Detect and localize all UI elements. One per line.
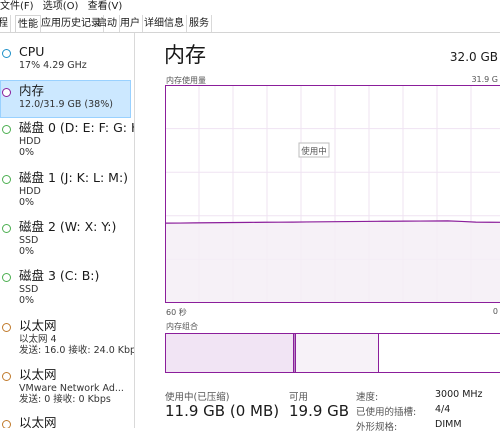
in-use-tooltip-text: 使用中 — [301, 146, 327, 157]
sidebar-item-usage: 0% — [19, 197, 34, 208]
disk-indicator-icon — [2, 175, 11, 184]
sidebar-item-label: 磁盘 1 (J: K: L: M:) — [19, 170, 128, 185]
sidebar-item-usage: 0% — [19, 295, 34, 306]
composition-segment[interactable] — [379, 334, 500, 372]
memory-composition-bar — [165, 333, 500, 373]
sidebar-item-usage: 0% — [19, 246, 34, 257]
sidebar-item-disk-0[interactable]: 磁盘 0 (D: E: F: G: H: I HDD 0% — [0, 120, 131, 162]
cpu-indicator-icon — [2, 49, 11, 58]
composition-segment[interactable] — [166, 334, 294, 372]
sidebar-item-disk-3[interactable]: 磁盘 3 (C: B:) SSD 0% — [0, 268, 131, 310]
sidebar-item-disk-1[interactable]: 磁盘 1 (J: K: L: M:) HDD 0% — [0, 170, 131, 212]
composition-label: 内存组合 — [166, 321, 198, 332]
sidebar-item-ethernet-4[interactable]: 以太网 以太网 4 发送: 16.0 接收: 24.0 Kbps — [0, 318, 131, 360]
tab-processes[interactable]: 进程 — [0, 15, 11, 32]
available-value: 19.9 GB — [289, 402, 349, 420]
tab-bar: 进程 性能 应用历史记录 启动 用户 详细信息 服务 — [0, 15, 500, 33]
network-indicator-icon — [2, 323, 11, 332]
sidebar-item-sub: 17% 4.29 GHz — [19, 60, 87, 71]
available-label: 可用 — [289, 389, 308, 403]
disk-indicator-icon — [2, 224, 11, 233]
in-use-label: 使用中(已压缩) — [165, 389, 229, 403]
sidebar-item-label: 以太网 — [19, 367, 57, 382]
sidebar-item-sub: 以太网 4 — [19, 334, 57, 345]
sidebar-item-sub: VMware Network Ad... — [19, 383, 124, 394]
menu-options[interactable]: 选项(O) — [43, 1, 79, 12]
disk-indicator-icon — [2, 273, 11, 282]
sidebar-item-sub: HDD — [19, 136, 41, 147]
sidebar-item-sub: SSD — [19, 235, 38, 246]
slots-used-label: 已使用的插槽: — [356, 404, 416, 418]
sidebar-item-label: 内存 — [19, 83, 44, 98]
memory-total: 32.0 GB — [450, 50, 498, 64]
disk-indicator-icon — [2, 125, 11, 134]
composition-segment[interactable] — [296, 334, 379, 372]
network-indicator-icon — [2, 420, 11, 428]
sidebar-item-memory[interactable]: 内存 12.0/31.9 GB (38%) — [0, 80, 131, 118]
in-use-tooltip: 使用中 — [299, 143, 329, 157]
sidebar-item-label: 磁盘 0 (D: E: F: G: H: I — [19, 120, 135, 135]
form-factor-label: 外形规格: — [356, 419, 397, 433]
sidebar-item-label: 以太网 — [19, 415, 57, 428]
sidebar-item-label: 磁盘 3 (C: B:) — [19, 268, 99, 283]
sidebar-item-throughput: 发送: 16.0 接收: 24.0 Kbps — [19, 345, 135, 356]
menu-view[interactable]: 查看(V) — [88, 1, 123, 12]
sidebar-item-label: 磁盘 2 (W: X: Y:) — [19, 219, 116, 234]
memory-detail-panel: 内存 32.0 GB 内存使用量 31.9 G 使用中 60 秒 0 内存组合 … — [135, 33, 500, 428]
usage-area — [166, 221, 500, 302]
sidebar-item-cpu[interactable]: CPU 17% 4.29 GHz — [0, 42, 131, 80]
in-use-value: 11.9 GB (0 MB) — [165, 402, 279, 420]
resource-sidebar: CPU 17% 4.29 GHz 内存 12.0/31.9 GB (38%) 磁… — [0, 33, 135, 428]
speed-value: 3000 MHz — [435, 389, 483, 400]
tab-services[interactable]: 服务 — [187, 15, 212, 32]
speed-label: 速度: — [356, 389, 378, 403]
tab-users[interactable]: 用户 — [118, 15, 143, 32]
network-indicator-icon — [2, 372, 11, 381]
sidebar-item-disk-2[interactable]: 磁盘 2 (W: X: Y:) SSD 0% — [0, 219, 131, 261]
menu-bar: 文件(F) 选项(O) 查看(V) — [0, 0, 500, 14]
sidebar-item-ethernet-3[interactable]: 以太网 — [0, 415, 131, 428]
sidebar-item-label: 以太网 — [19, 318, 57, 333]
usage-chart-max: 31.9 G — [471, 75, 498, 84]
slots-used-value: 4/4 — [435, 404, 450, 415]
memory-usage-chart: 使用中 — [165, 85, 500, 303]
tab-performance[interactable]: 性能 — [15, 15, 41, 33]
sidebar-item-sub: 12.0/31.9 GB (38%) — [19, 99, 113, 110]
page-title: 内存 — [164, 42, 206, 68]
axis-left-label: 60 秒 — [166, 307, 187, 318]
memory-indicator-icon — [2, 88, 11, 97]
form-factor-value: DIMM — [435, 419, 462, 430]
tab-startup[interactable]: 启动 — [95, 15, 120, 32]
menu-file[interactable]: 文件(F) — [0, 1, 34, 12]
sidebar-item-ethernet-vmware[interactable]: 以太网 VMware Network Ad... 发送: 0 接收: 0 Kbp… — [0, 367, 131, 409]
axis-right-label: 0 — [493, 307, 498, 316]
sidebar-item-sub: HDD — [19, 186, 41, 197]
sidebar-item-throughput: 发送: 0 接收: 0 Kbps — [19, 394, 111, 405]
sidebar-item-usage: 0% — [19, 147, 34, 158]
tab-details[interactable]: 详细信息 — [142, 15, 187, 32]
sidebar-item-sub: SSD — [19, 284, 38, 295]
sidebar-item-label: CPU — [19, 44, 44, 59]
